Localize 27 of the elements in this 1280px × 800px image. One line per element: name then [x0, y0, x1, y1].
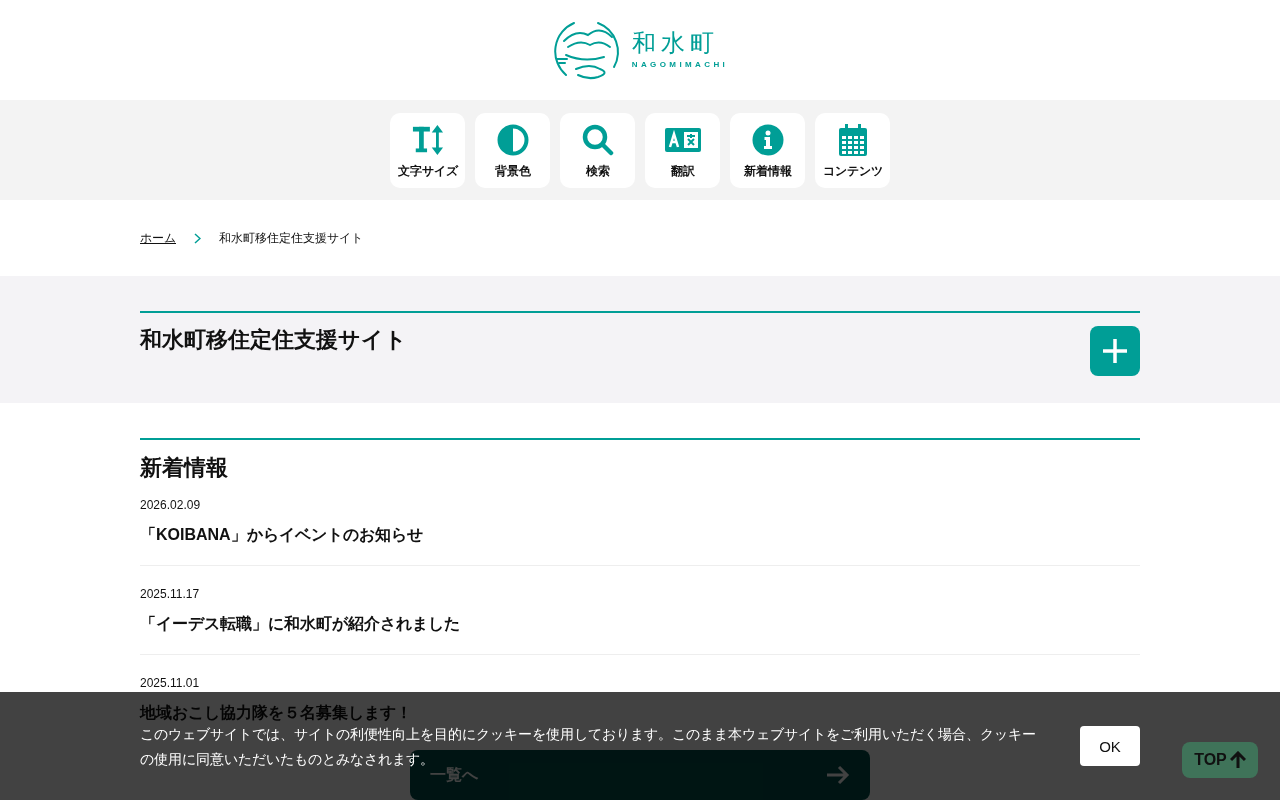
contrast-icon — [496, 124, 529, 156]
expand-button[interactable] — [1090, 326, 1140, 376]
info-icon — [751, 124, 784, 156]
calendar-icon — [838, 124, 867, 156]
logo-name: 和水町 — [631, 31, 719, 55]
toolbar-button[interactable]: コンテンツ — [815, 112, 890, 188]
toolbar-button[interactable]: 翻訳 — [645, 112, 720, 188]
chevron-right-icon — [194, 232, 201, 244]
breadcrumb-current: 和水町移住定住支援サイト — [219, 229, 363, 247]
ok-button[interactable]: OK — [1080, 726, 1140, 766]
search-icon — [581, 124, 614, 156]
news-date: 2025.11.01 — [140, 676, 200, 690]
breadcrumb-link[interactable]: ホーム — [140, 229, 176, 247]
cookie-notice: このウェブサイトでは、サイトの利便性向上を目的にクッキーを使用しております。このまま本ウェブサイトをご利用いただく場合、クッキーの使用に同意いただいたものとみなされます。 — [140, 725, 1037, 767]
section-heading: 新着情報 — [140, 454, 229, 482]
toolbar-button[interactable]: 新着情報 — [730, 112, 805, 188]
page-title: 和水町移住定住支援サイト — [140, 326, 407, 354]
news-date: 2025.11.17 — [140, 587, 200, 601]
toolbar-button[interactable]: 検索 — [560, 112, 635, 188]
toolbar-button[interactable]: 背景色 — [475, 112, 550, 188]
plus-icon — [1102, 338, 1128, 364]
logo-roman: NAGOMIMACHI — [631, 61, 729, 69]
arrow-up-icon — [1229, 751, 1246, 769]
news-date: 2026.02.09 — [140, 498, 201, 512]
news-link[interactable]: 「KOIBANA」からイベントのお知らせ — [140, 525, 423, 546]
toolbar-button[interactable]: 文字サイズ — [390, 112, 465, 188]
news-link[interactable]: 「イーデス転職」に和水町が紹介されました — [140, 614, 460, 635]
